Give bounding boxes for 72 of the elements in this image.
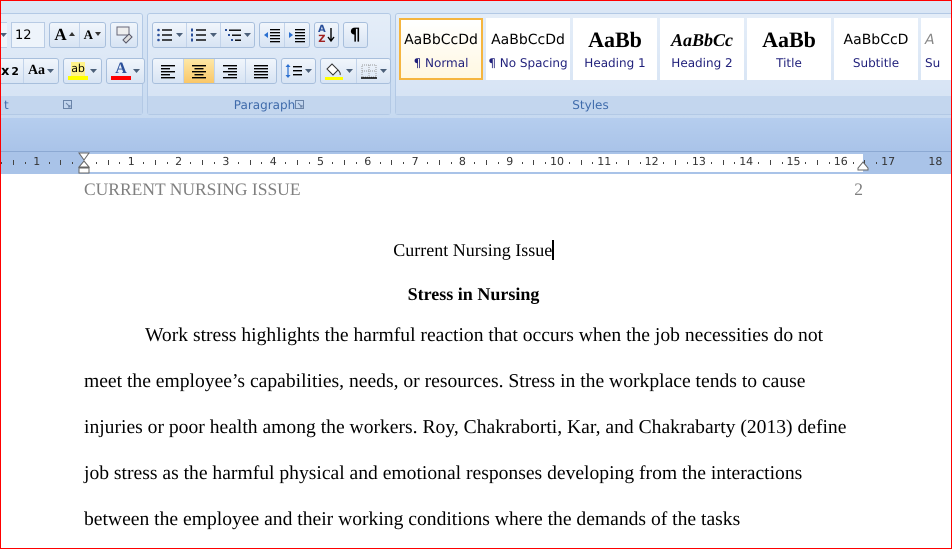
font-color-button[interactable]: A xyxy=(107,59,144,83)
ruler-number: 16 xyxy=(834,155,848,168)
ruler-number: 14 xyxy=(739,155,754,168)
group-label: Styles xyxy=(572,98,609,112)
shrink-font-button[interactable]: A xyxy=(80,23,105,47)
align-left-icon xyxy=(159,63,177,79)
dialog-launcher-icon xyxy=(62,100,72,109)
ruler-number: 8 xyxy=(458,155,466,168)
paint-bucket-icon xyxy=(324,62,344,80)
ruler-number: 13 xyxy=(692,155,706,168)
sort-button[interactable]: A Z xyxy=(315,23,338,47)
dropdown-arrow-icon xyxy=(47,69,54,73)
dropdown-arrow-icon xyxy=(133,69,140,73)
style-option[interactable]: AaBbCcDd ¶ No Spacing xyxy=(486,18,570,80)
body-paragraph: Work stress highlights the harmful reaction that occurs when the job necessities do not meet the employee’s capabilities, needs, or resources. Stress in the workplace tends to cause injuries or poor health among the workers. Roy, Chakraborti, Kar, and Chakrabarty (2013) define job stress as the harmful physical and emotional responses developing from the interactions between the employee and their working conditions where the demands of the tasks xyxy=(84,324,848,532)
style-option[interactable]: AaBb Title xyxy=(747,18,831,80)
align-center-icon xyxy=(190,63,208,79)
change-case-button[interactable]: Aa xyxy=(24,59,58,83)
highlight-button[interactable]: ab xyxy=(64,59,102,83)
ruler-number: 9 xyxy=(506,155,514,168)
indent-icon xyxy=(288,27,306,43)
ruler-number: 15 xyxy=(786,155,800,168)
dialog-launcher-icon xyxy=(295,100,304,109)
ruler-number: 1 xyxy=(33,155,40,168)
eraser-icon xyxy=(115,26,133,44)
page-number: 2 xyxy=(854,179,863,200)
outdent-icon xyxy=(263,27,281,43)
line-spacing-icon xyxy=(285,63,303,79)
ruler-number: 4 xyxy=(270,155,277,168)
indent-marker-icon[interactable] xyxy=(78,152,90,174)
ruler-number: 17 xyxy=(881,155,896,168)
style-option[interactable]: AaBbCcD Subtitle xyxy=(834,18,918,80)
dropdown-arrow-icon xyxy=(346,69,353,73)
ruler-number: 7 xyxy=(412,155,419,168)
right-indent-marker-icon[interactable] xyxy=(857,161,869,171)
ruler-number: 18 xyxy=(928,155,942,168)
dropdown-arrow-icon xyxy=(90,69,98,73)
dropdown-arrow-icon xyxy=(380,69,387,73)
header-text: CURRENT NURSING ISSUE xyxy=(84,179,301,200)
bullet-list-icon xyxy=(156,27,174,43)
grow-font-button[interactable]: A xyxy=(50,23,80,47)
down-arrow-icon xyxy=(326,27,335,43)
ruler-number: 11 xyxy=(597,155,612,168)
ruler-number: 10 xyxy=(550,155,564,168)
dropdown-arrow-icon xyxy=(305,69,312,73)
numbered-list-icon xyxy=(190,27,208,43)
group-label: Paragraph xyxy=(234,98,296,112)
ruler-number: 6 xyxy=(364,155,372,168)
style-option[interactable]: AaBb Heading 1 xyxy=(573,18,657,80)
style-option[interactable]: AaBbCcDd ¶ Normal xyxy=(399,18,483,80)
section-heading: Stress in Nursing xyxy=(408,284,540,304)
align-right-icon xyxy=(221,63,239,79)
font-size-field[interactable]: 12 xyxy=(11,22,46,48)
document-title: Current Nursing Issue xyxy=(393,240,552,260)
ruler-number: 3 xyxy=(222,155,230,168)
ruler-number: 5 xyxy=(317,155,324,168)
border-grid-icon xyxy=(360,63,378,79)
dropdown-arrow-icon xyxy=(1,33,7,37)
multilevel-list-icon xyxy=(224,27,242,43)
dropdown-arrow-icon xyxy=(210,33,217,37)
align-justify-icon xyxy=(252,63,270,79)
ruler-number: 1 xyxy=(128,155,135,168)
style-option[interactable]: AaBbCc Heading 2 xyxy=(660,18,744,80)
align-center-button[interactable] xyxy=(184,59,215,83)
group-label: t xyxy=(4,97,9,114)
dropdown-arrow-icon xyxy=(176,33,183,37)
ruler-number: 2 xyxy=(175,155,182,168)
style-option[interactable]: A Su xyxy=(921,18,951,80)
dropdown-arrow-icon xyxy=(244,33,251,37)
show-formatting-marks-button[interactable]: ¶ xyxy=(344,23,367,47)
up-caret-icon xyxy=(68,31,75,39)
ruler-number: 12 xyxy=(644,155,659,168)
